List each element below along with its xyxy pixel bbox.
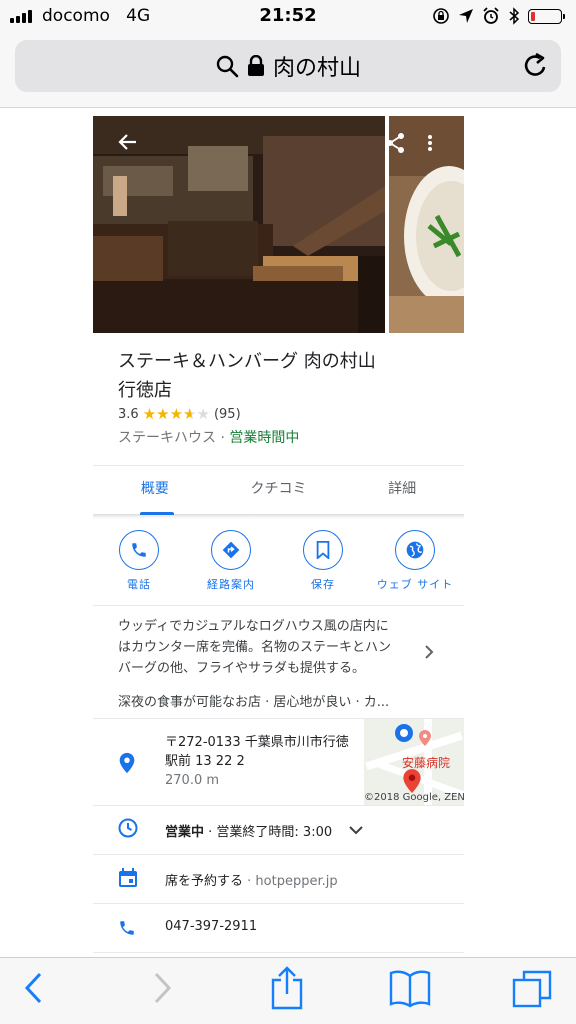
address-bar[interactable]: 肉の村山 [15,40,561,92]
alarm-icon [483,7,499,24]
active-tab-indicator [140,512,174,515]
directions-icon [222,541,240,559]
orientation-lock-icon [433,8,449,24]
call-label: 電話 [127,578,151,591]
description-line-1: ウッディでカジュアルなログハウス風の店内に [118,619,389,634]
website-label: ウェブ サイト [376,578,454,591]
star-icon: ★ [156,405,170,423]
tab-bar: 概要 クチコミ 詳細 [93,465,464,515]
hours-status: 営業中 [165,825,205,840]
map-thumbnail[interactable]: 安藤病院 ©2018 Google, ZENRIN [364,719,464,805]
phone-number: 047-397-2911 [165,919,258,934]
distance: 270.0 m [165,773,220,788]
calendar-icon [119,868,137,887]
phone-icon [132,543,146,557]
poi-pin-icon [419,730,431,746]
phone-row[interactable]: 047-397-2911 [93,904,464,953]
forward-icon[interactable] [150,970,174,1006]
meta-row: ステーキハウス · 営業時間中 [118,427,464,447]
tab-reviews[interactable]: クチコミ [217,466,341,514]
call-button-circle [119,530,159,570]
hours-row[interactable]: 営業中 · 営業終了時間: 3:00 [93,806,464,855]
place-title: ステーキ＆ハンバーグ 肉の村山 行徳店 [118,347,408,405]
meta-separator: · [216,430,230,446]
status-bar: docomo 4G 21:52 [0,0,576,34]
directions-button-circle [211,530,251,570]
location-icon [459,9,473,23]
website-button[interactable]: ウェブ サイト [369,530,461,605]
address-text: 〒272-0133 千葉県市川市行徳 駅前 13 22 2 270.0 m [165,733,357,790]
open-status: 営業時間中 [229,430,300,446]
review-count: (95) [213,407,241,422]
website-button-circle [395,530,435,570]
star-icon: ★ [183,405,197,423]
reservation-label: 席を予約する [165,874,244,889]
star-rating: ★ ★ ★ ★ ★ [143,407,210,422]
category-label: ステーキハウス [118,430,216,446]
hours-detail: · 営業終了時間: 3:00 [204,825,333,840]
star-icon: ★ [142,405,157,423]
description-section[interactable]: ウッディでカジュアルなログハウス風の店内に はカウンター席を完備。名物のステーキ… [93,606,464,719]
rating-row[interactable]: 3.6 ★ ★ ★ ★ ★ (95) [118,407,464,423]
description-line-3: バーグの他、フライやサラダも提供する。 [118,661,366,676]
chevron-right-icon[interactable] [424,644,434,660]
address-line-1: 〒272-0133 千葉県市川市行徳 [165,735,349,750]
tabs-icon[interactable] [512,968,554,1010]
chevron-down-icon[interactable] [349,826,363,835]
phone-icon [120,921,134,935]
address-row[interactable]: 〒272-0133 千葉県市川市行徳 駅前 13 22 2 270.0 m 安藤… [93,719,464,806]
location-pin-icon [119,752,135,774]
search-icon [216,55,239,78]
back-icon[interactable] [22,970,46,1006]
share-icon[interactable] [385,132,407,154]
globe-icon [406,541,424,559]
tab-overview[interactable]: 概要 [93,466,217,514]
action-buttons: 電話 経路案内 保存 ウェブ サイト [93,519,464,606]
description-line-2: はカウンター席を完備。名物のステーキとハン [118,640,392,655]
place-title-line1: ステーキ＆ハンバーグ 肉の村山 [118,351,376,372]
map-marker-icon [403,769,421,793]
address-title: 肉の村山 [272,56,361,81]
reservation-text: 席を予約する · hotpepper.jp [165,870,338,889]
reservation-source: · hotpepper.jp [243,874,338,889]
map-credit: ©2018 Google, ZENRIN [364,792,464,803]
star-icon: ★ [196,405,210,423]
place-panel: ステーキ＆ハンバーグ 肉の村山 行徳店 3.6 ★ ★ ★ ★ ★ (95) ステーキハ… [93,116,464,953]
lock-icon [247,55,264,76]
save-button-circle [303,530,343,570]
battery-icon [528,8,565,24]
tab-details[interactable]: 詳細 [340,466,464,514]
share-sheet-icon[interactable] [268,966,306,1010]
back-arrow-icon[interactable] [118,132,138,152]
more-options-icon[interactable] [427,134,433,152]
place-title-line2: 行徳店 [118,380,172,401]
address-line-2: 駅前 13 22 2 [165,754,245,769]
reload-icon[interactable] [523,52,549,80]
transit-icon [395,724,413,742]
highlight-tags: 深夜の食事が可能なお店 · 居心地が良い · カ... [118,695,390,710]
directions-label: 経路案内 [207,578,255,591]
directions-button[interactable]: 経路案内 [185,530,277,605]
photo-carousel[interactable] [93,116,464,333]
reservation-row[interactable]: 席を予約する · hotpepper.jp [93,855,464,904]
call-button[interactable]: 電話 [93,530,185,605]
save-button[interactable]: 保存 [277,530,369,605]
browser-address-area: 肉の村山 [0,34,576,108]
star-icon: ★ [169,405,184,423]
browser-toolbar [0,957,576,1024]
bookmark-icon [316,541,330,559]
bookmarks-icon[interactable] [388,968,432,1008]
rating-value: 3.6 [118,407,139,422]
hours-text: 営業中 · 営業終了時間: 3:00 [165,821,332,840]
bluetooth-icon [509,7,520,25]
save-label: 保存 [311,578,335,591]
clock-icon [118,818,138,838]
